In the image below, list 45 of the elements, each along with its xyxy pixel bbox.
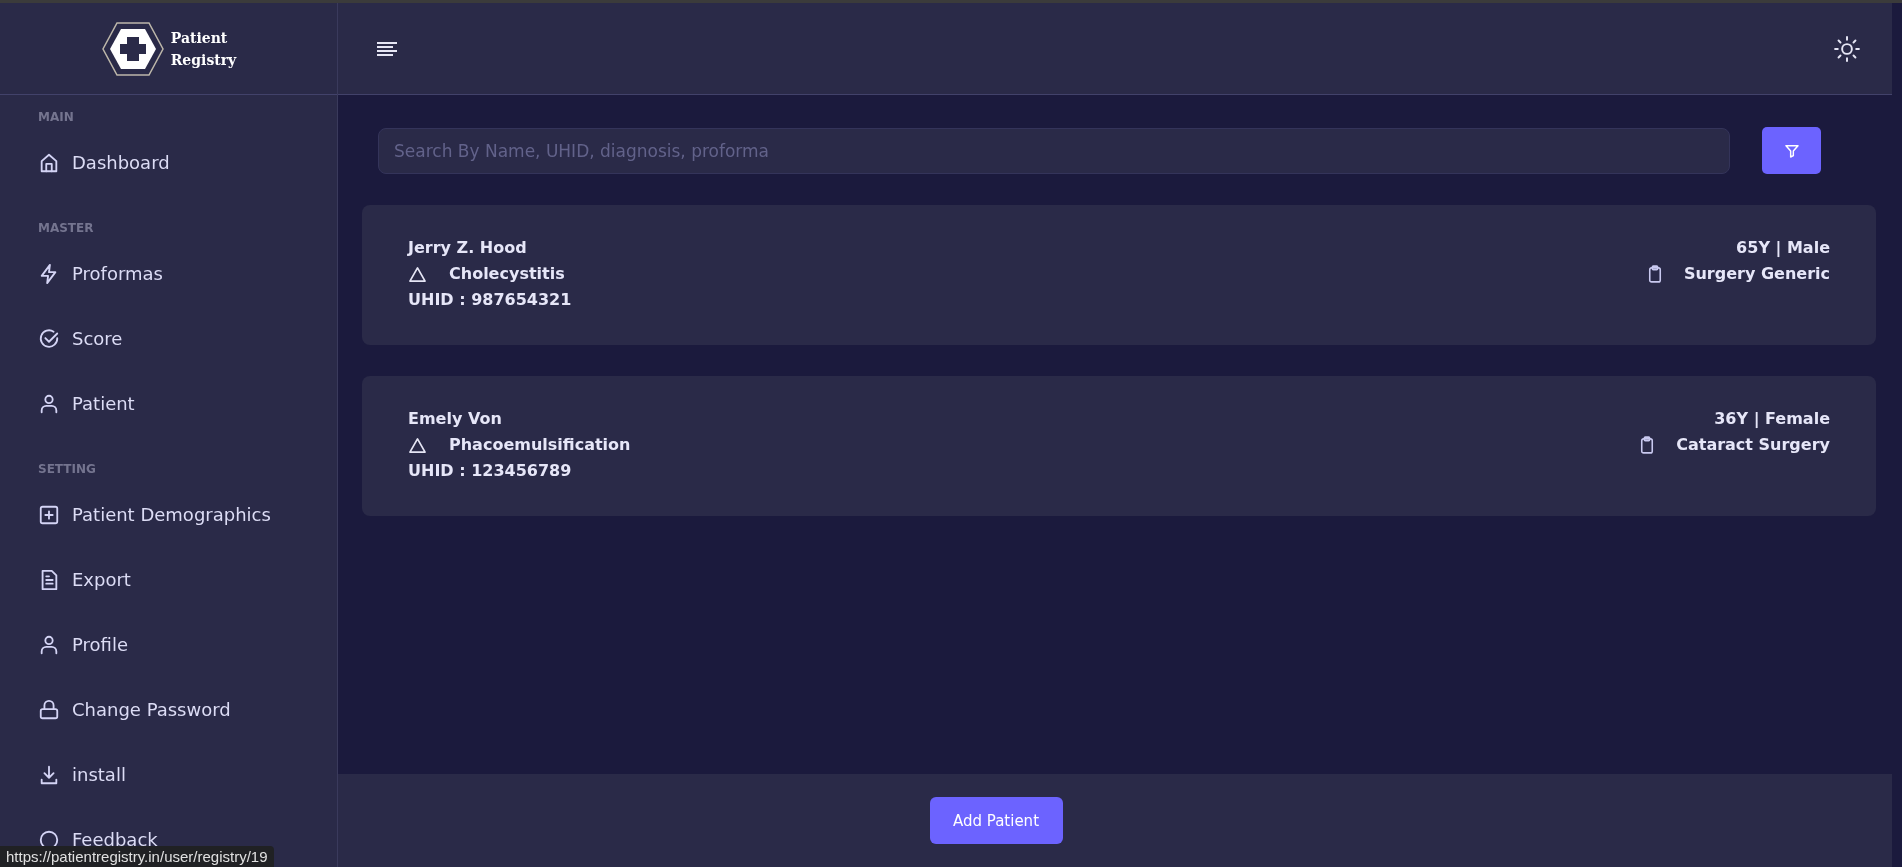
sidebar-item[interactable]: Change Password	[0, 694, 337, 725]
patient-name: Emely Von	[408, 408, 503, 430]
uhid: UHID : 123456789	[408, 460, 573, 482]
download-icon	[38, 763, 60, 786]
user-icon	[38, 392, 60, 415]
add-patient-button[interactable]: Add Patient	[929, 797, 1063, 844]
uhid: UHID : 987654321	[408, 289, 572, 311]
sidebar-item[interactable]: Profile	[0, 629, 337, 660]
filter-icon	[1783, 142, 1800, 159]
check-circle-icon	[38, 327, 60, 350]
section-label: MASTER	[37, 220, 94, 237]
patient-name: Jerry Z. Hood	[408, 237, 528, 259]
patient-card[interactable]: Jerry Z. Hood Cholecystitis UHID : 987654321 65Y | Male Surgery Generic	[362, 205, 1876, 345]
sidebar-item[interactable]: Proformas	[0, 258, 337, 289]
section-label: SETTING	[37, 461, 96, 478]
age-gender: 36Y | Female	[1714, 408, 1830, 430]
clipboard-icon	[1647, 265, 1662, 283]
brand-name: Registry	[170, 50, 237, 70]
proforma-name: Surgery Generic	[1683, 263, 1830, 285]
diagnosis: Phacoemulsification	[449, 434, 631, 456]
logo-icon	[100, 20, 165, 77]
sidebar-item[interactable]: Feedback	[0, 824, 337, 846]
brand-name: Patient	[170, 28, 229, 48]
sidebar-item[interactable]: Patient	[0, 388, 337, 419]
patient-card[interactable]: Emely Von Phacoemulsification UHID : 123456789 36Y | Female Cataract Surgery	[362, 376, 1876, 516]
triangle-icon	[408, 265, 427, 283]
user-icon	[38, 633, 60, 656]
diagnosis: Cholecystitis	[449, 263, 565, 285]
sun-icon[interactable]	[1834, 35, 1860, 62]
age-gender: 65Y | Male	[1736, 237, 1830, 259]
menu-icon[interactable]	[376, 40, 398, 57]
search-field[interactable]: Search By Name, UHID, diagnosis, proforma	[378, 127, 1730, 174]
sidebar-item[interactable]: Export	[0, 564, 337, 595]
section-label: MAIN	[37, 109, 74, 126]
lock-icon	[38, 698, 60, 721]
home-icon	[38, 151, 60, 174]
sidebar-item[interactable]: Dashboard	[0, 147, 337, 178]
clipboard-icon	[1640, 436, 1655, 454]
plus-square-icon	[38, 503, 60, 526]
sidebar-item[interactable]: Patient Demographics	[0, 499, 337, 530]
sidebar-item[interactable]: Score	[0, 323, 337, 354]
sidebar-item[interactable]: install	[0, 759, 337, 790]
status-url: https://patientregistry.in/user/registry/19	[0, 846, 274, 867]
proforma-name: Cataract Surgery	[1676, 434, 1830, 456]
triangle-icon	[408, 436, 427, 454]
